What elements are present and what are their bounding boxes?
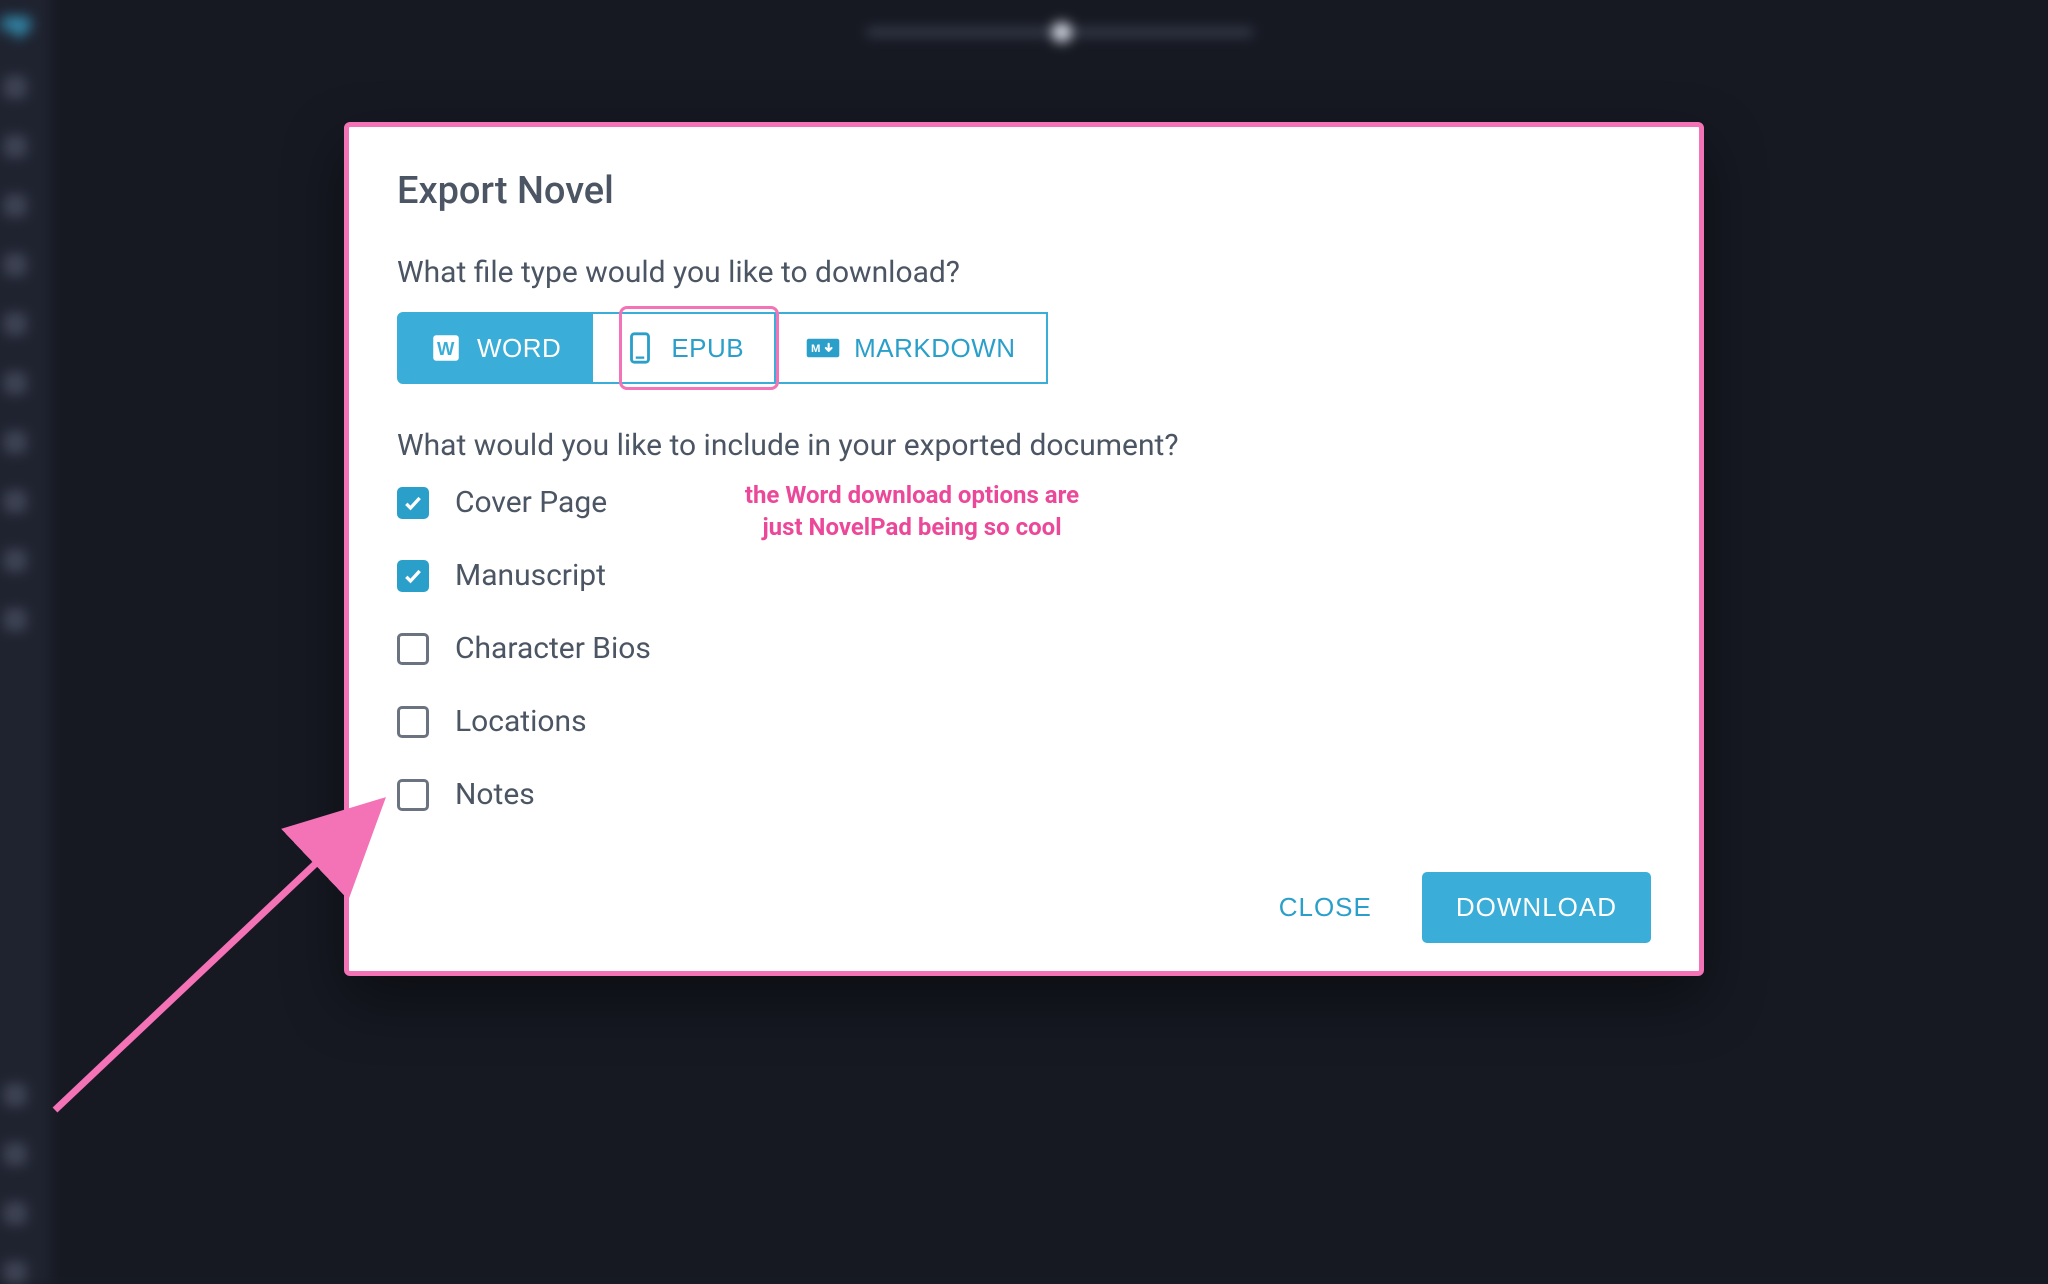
- svg-text:W: W: [437, 338, 455, 359]
- checkbox-box: [397, 633, 429, 665]
- checkbox-box: [397, 487, 429, 519]
- close-button[interactable]: CLOSE: [1257, 876, 1394, 939]
- include-notes-checkbox[interactable]: Notes: [397, 777, 535, 812]
- include-manuscript-label: Manuscript: [455, 558, 606, 593]
- word-icon: W: [429, 331, 463, 365]
- filetype-markdown-button[interactable]: M MARKDOWN: [776, 312, 1047, 384]
- include-manuscript-checkbox[interactable]: Manuscript: [397, 558, 606, 593]
- include-locations-label: Locations: [455, 704, 587, 739]
- svg-text:M: M: [811, 343, 821, 355]
- download-button[interactable]: DOWNLOAD: [1422, 872, 1651, 943]
- include-character-bios-checkbox[interactable]: Character Bios: [397, 631, 651, 666]
- include-question: What would you like to include in your e…: [397, 428, 1651, 463]
- filetype-epub-label: EPUB: [671, 333, 744, 364]
- include-cover-page-label: Cover Page: [455, 485, 607, 520]
- filetype-question: What file type would you like to downloa…: [397, 255, 1651, 290]
- include-cover-page-checkbox[interactable]: Cover Page: [397, 485, 607, 520]
- export-novel-modal: Export Novel What file type would you li…: [344, 122, 1704, 976]
- modal-overlay: Export Novel What file type would you li…: [0, 0, 2048, 1271]
- epub-icon: [623, 331, 657, 365]
- filetype-markdown-label: MARKDOWN: [854, 333, 1015, 364]
- include-character-bios-label: Character Bios: [455, 631, 651, 666]
- include-locations-checkbox[interactable]: Locations: [397, 704, 587, 739]
- include-notes-label: Notes: [455, 777, 535, 812]
- include-options: the Word download options are just Novel…: [397, 485, 1651, 812]
- checkbox-box: [397, 706, 429, 738]
- filetype-word-label: WORD: [477, 333, 561, 364]
- filetype-group: W WORD EPUB M MARKDOWN: [397, 312, 1651, 384]
- markdown-icon: M: [806, 331, 840, 365]
- modal-title: Export Novel: [397, 169, 1651, 213]
- checkbox-box: [397, 779, 429, 811]
- filetype-word-button[interactable]: W WORD: [397, 312, 593, 384]
- filetype-epub-button[interactable]: EPUB: [593, 312, 776, 384]
- modal-actions: CLOSE DOWNLOAD: [397, 872, 1651, 943]
- checkbox-box: [397, 560, 429, 592]
- annotation-callout: the Word download options are just Novel…: [727, 479, 1097, 544]
